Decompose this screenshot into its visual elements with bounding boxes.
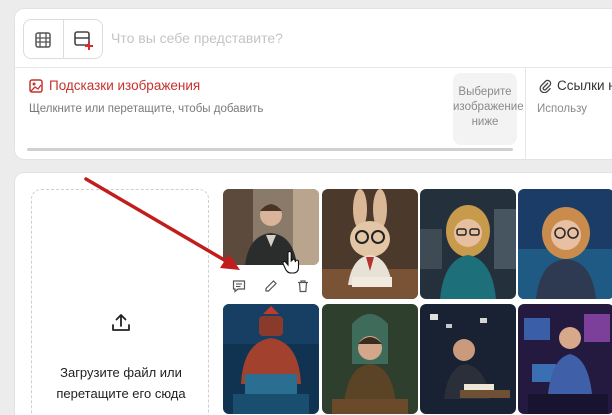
trash-icon bbox=[298, 280, 308, 293]
links-header: Ссылки н bbox=[539, 78, 612, 93]
prompt-card: Подсказки изображения Щелкните или перет… bbox=[14, 8, 612, 160]
thumbnail-actions bbox=[223, 275, 319, 297]
select-image-placeholder[interactable]: Выберите изображение ниже bbox=[453, 73, 524, 145]
links-subtitle: Использу bbox=[537, 103, 587, 115]
upload-dropzone[interactable]: Загрузите файл или перетащите его сюда bbox=[31, 189, 209, 415]
gallery-card: Загрузите файл или перетащите его сюда bbox=[14, 172, 612, 415]
comment-button[interactable] bbox=[229, 276, 249, 296]
select-line-3: ниже bbox=[471, 116, 499, 128]
add-image-icon bbox=[74, 31, 93, 50]
thumbnail-warrior-robot[interactable] bbox=[223, 304, 319, 414]
film-mode-button[interactable] bbox=[24, 20, 63, 58]
mode-toggle-group bbox=[23, 19, 103, 59]
edit-button[interactable] bbox=[261, 276, 281, 296]
thumbnail-woman-portrait[interactable] bbox=[518, 189, 612, 299]
select-line-2: изображение bbox=[453, 101, 524, 113]
comment-icon bbox=[232, 280, 246, 293]
image-hint-icon bbox=[29, 78, 43, 93]
divider bbox=[15, 67, 612, 68]
prompt-input[interactable] bbox=[111, 23, 611, 53]
upload-icon bbox=[112, 314, 130, 331]
links-title: Ссылки н bbox=[557, 78, 612, 93]
vertical-divider bbox=[525, 68, 526, 159]
thumbnail-rabbit-writing[interactable] bbox=[322, 189, 418, 299]
edit-icon bbox=[265, 280, 277, 292]
paperclip-icon bbox=[539, 79, 552, 93]
thumbnail-man-library[interactable] bbox=[322, 304, 418, 414]
thumbnail-man-in-office[interactable] bbox=[223, 189, 319, 265]
upload-instructions: Загрузите файл или перетащите его сюда bbox=[40, 362, 202, 404]
image-hints-header: Подсказки изображения bbox=[29, 78, 200, 93]
upload-line-1: Загрузите файл или bbox=[60, 365, 182, 380]
upload-line-2: перетащите его сюда bbox=[56, 386, 186, 401]
delete-button[interactable] bbox=[293, 276, 313, 296]
add-image-button[interactable] bbox=[62, 20, 102, 58]
image-hints-subtitle: Щелкните или перетащите, чтобы добавить bbox=[29, 103, 264, 115]
thumbnail-man-monitors[interactable] bbox=[518, 304, 612, 414]
pointer-cursor-icon bbox=[282, 251, 300, 274]
thumbnail-man-desk-night[interactable] bbox=[420, 304, 516, 414]
select-line-1: Выберите bbox=[458, 86, 512, 98]
image-hints-title: Подсказки изображения bbox=[49, 78, 201, 93]
thumbnail-woman-studio[interactable] bbox=[420, 189, 516, 299]
film-icon bbox=[35, 32, 52, 48]
horizontal-scrollbar[interactable] bbox=[27, 148, 513, 151]
